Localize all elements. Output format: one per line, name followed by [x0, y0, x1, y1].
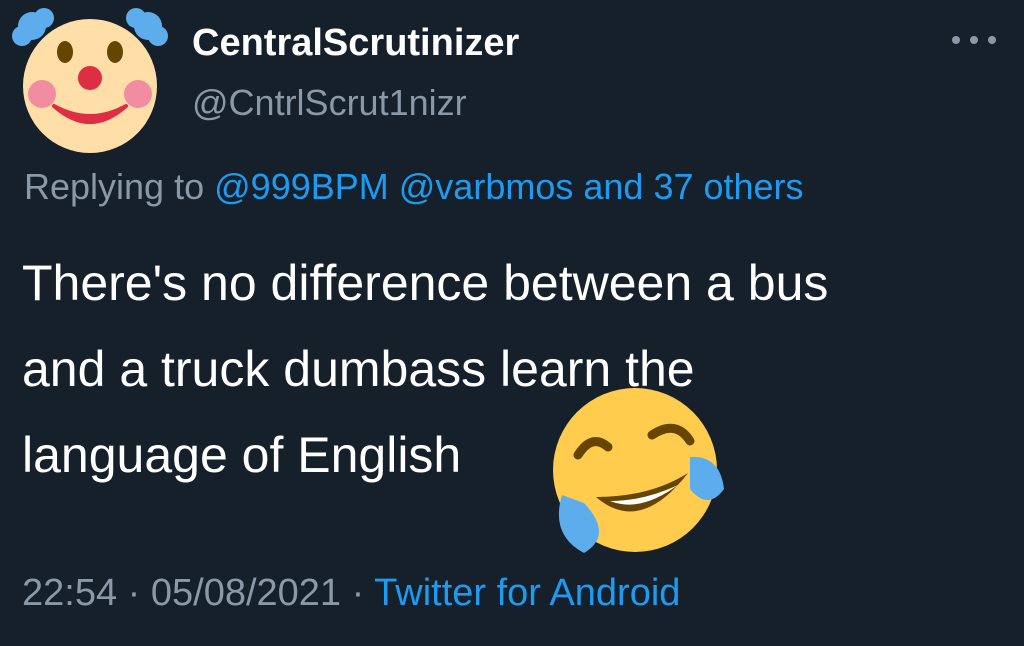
replying-to: Replying to @999BPM @varbmos and 37 othe…: [24, 166, 804, 208]
tweet-text: There's no difference between a bus and …: [22, 240, 1012, 498]
tweet-text-line: There's no difference between a bus: [22, 255, 829, 311]
user-handle[interactable]: @CntrlScrut1nizr: [192, 82, 467, 124]
meta-separator: ·: [351, 572, 365, 614]
meta-separator: ·: [127, 572, 141, 614]
avatar[interactable]: [10, 6, 170, 156]
tweet-time[interactable]: 22:54: [22, 572, 117, 614]
more-dot: [970, 36, 978, 44]
tweet-source-link[interactable]: Twitter for Android: [374, 572, 680, 614]
reply-mention-varbmos[interactable]: @varbmos: [399, 166, 574, 207]
more-dot: [988, 36, 996, 44]
more-dot: [952, 36, 960, 44]
reply-prefix: Replying to: [24, 166, 205, 207]
tweet-date[interactable]: 05/08/2021: [151, 572, 341, 614]
face-with-tears-of-joy-icon: [540, 385, 726, 563]
clown-face-icon: [12, 8, 168, 153]
reply-mention-999bpm[interactable]: @999BPM: [214, 166, 389, 207]
more-options-icon[interactable]: [952, 30, 996, 50]
reply-others-link[interactable]: and 37 others: [583, 166, 803, 207]
tweet-meta: 22:54 · 05/08/2021 · Twitter for Android: [22, 572, 680, 615]
display-name[interactable]: CentralScrutinizer: [192, 22, 519, 65]
tweet-text-line: language of English: [22, 427, 462, 483]
